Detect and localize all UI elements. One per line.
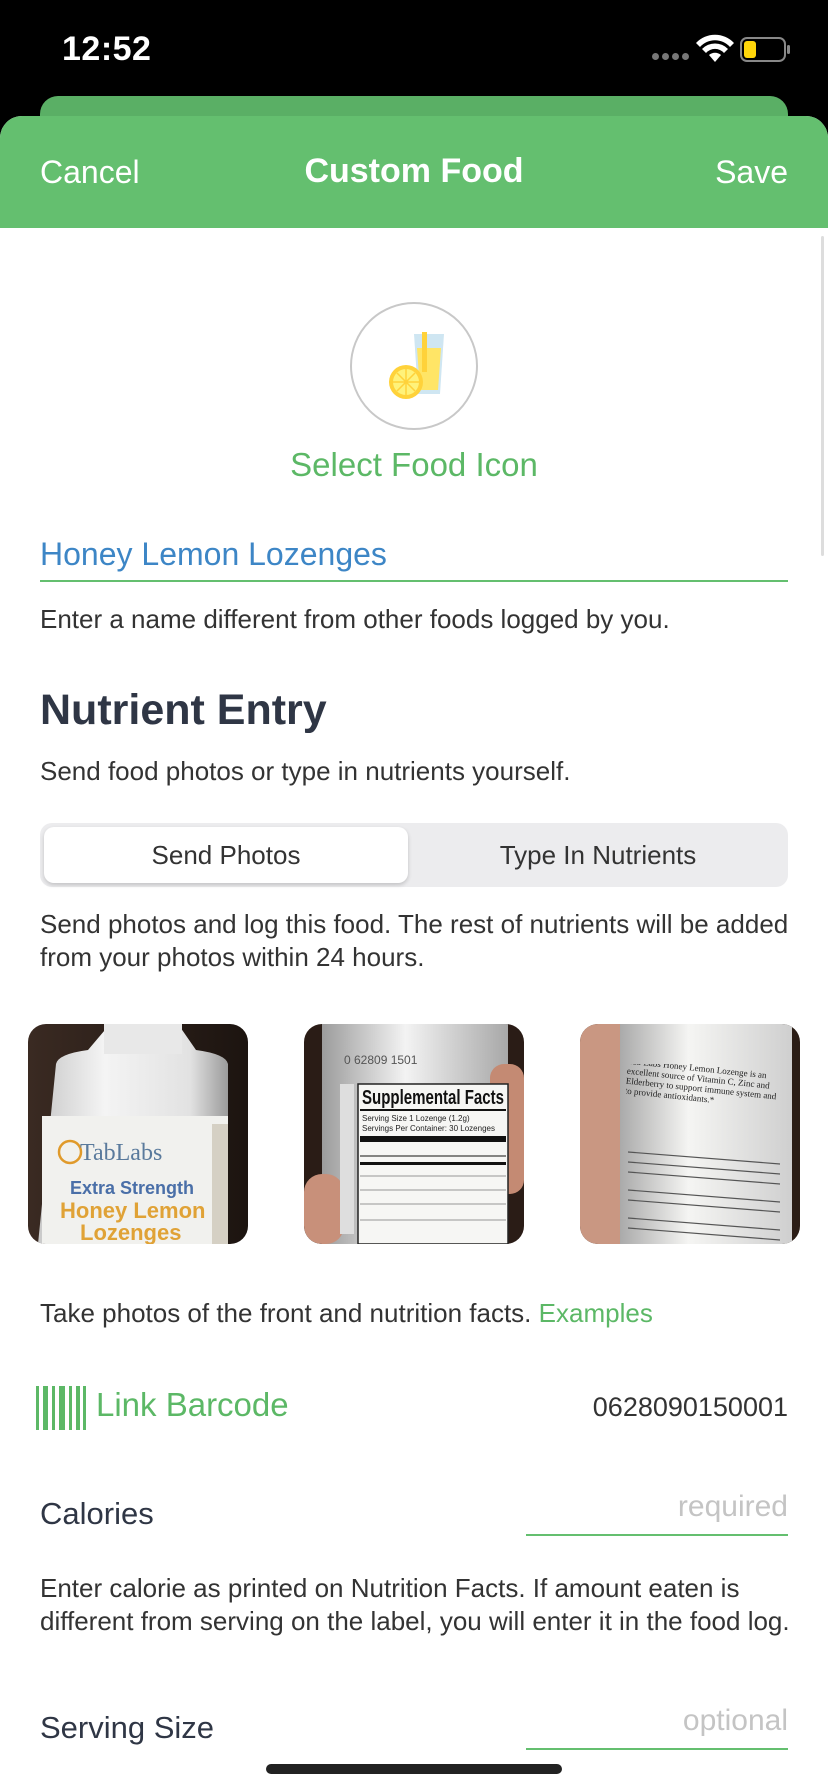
photo-front-label[interactable]: TabLabs Extra Strength Honey Lemon Lozen… [28, 1024, 248, 1244]
photo-back-label[interactable]: Tab Labs Honey Lemon Lozenge is an excel… [580, 1024, 800, 1244]
nutrient-entry-segmented-control: Send Photos Type In Nutrients [40, 823, 788, 887]
link-barcode-button[interactable]: Link Barcode [96, 1386, 289, 1424]
examples-link[interactable]: Examples [539, 1298, 653, 1328]
barcode-value: 0628090150001 [592, 1392, 788, 1422]
barcode-icon[interactable] [36, 1386, 86, 1430]
segment-type-in-nutrients[interactable]: Type In Nutrients [412, 827, 784, 883]
status-bar: 12:52 [0, 0, 828, 96]
photo-facts-serving: Serving Size 1 Lozenge (1.2g) [362, 1114, 470, 1123]
photo-hint: Take photos of the front and nutrition f… [40, 1298, 653, 1329]
calories-description: Enter calorie as printed on Nutrition Fa… [40, 1573, 790, 1636]
nutrient-entry-subtitle: Send food photos or type in nutrients yo… [40, 756, 571, 786]
battery-icon [740, 37, 790, 62]
calories-label: Calories [40, 1496, 154, 1531]
food-icon-button[interactable] [350, 302, 478, 430]
svg-text:0 62809 1501: 0 62809 1501 [344, 1053, 418, 1067]
food-name-hint: Enter a name different from other foods … [40, 604, 670, 634]
photo-hint-text: Take photos of the front and nutrition f… [40, 1298, 532, 1328]
photo-front-line3: Lozenges [80, 1220, 181, 1244]
send-photos-description: Send photos and log this food. The rest … [40, 909, 789, 972]
lemonade-icon [389, 332, 444, 399]
segment-send-photos[interactable]: Send Photos [44, 827, 408, 883]
navigation-bar: Cancel Custom Food Save [0, 116, 828, 228]
home-indicator [266, 1764, 562, 1774]
photo-front-line1: Extra Strength [70, 1178, 194, 1198]
photo-front-brand: TabLabs [80, 1140, 162, 1166]
status-time: 12:52 [62, 30, 152, 68]
serving-size-input[interactable]: optional [526, 1704, 788, 1750]
photo-facts-servings: Servings Per Container: 30 Lozenges [362, 1124, 495, 1133]
calories-input[interactable]: required [526, 1490, 788, 1536]
custom-food-sheet: Cancel Custom Food Save Select Food Icon… [0, 116, 828, 1792]
food-name-input[interactable]: Honey Lemon Lozenges [40, 536, 788, 582]
serving-size-label: Serving Size [40, 1710, 215, 1745]
photo-facts-heading: Supplemental Facts [362, 1087, 504, 1109]
signal-icon [652, 53, 690, 61]
scroll-indicator [821, 236, 824, 556]
wifi-icon [696, 34, 734, 62]
save-button[interactable]: Save [715, 154, 788, 191]
photo-back-text: Tab Labs Honey Lemon Lozenge is an excel… [626, 1064, 777, 1105]
page-title: Custom Food [304, 152, 524, 190]
photo-nutrition-facts[interactable]: 0 62809 1501 Supplemental Facts Serving … [304, 1024, 524, 1244]
select-food-icon-link[interactable]: Select Food Icon [0, 446, 828, 484]
nutrient-entry-heading: Nutrient Entry [40, 686, 327, 734]
